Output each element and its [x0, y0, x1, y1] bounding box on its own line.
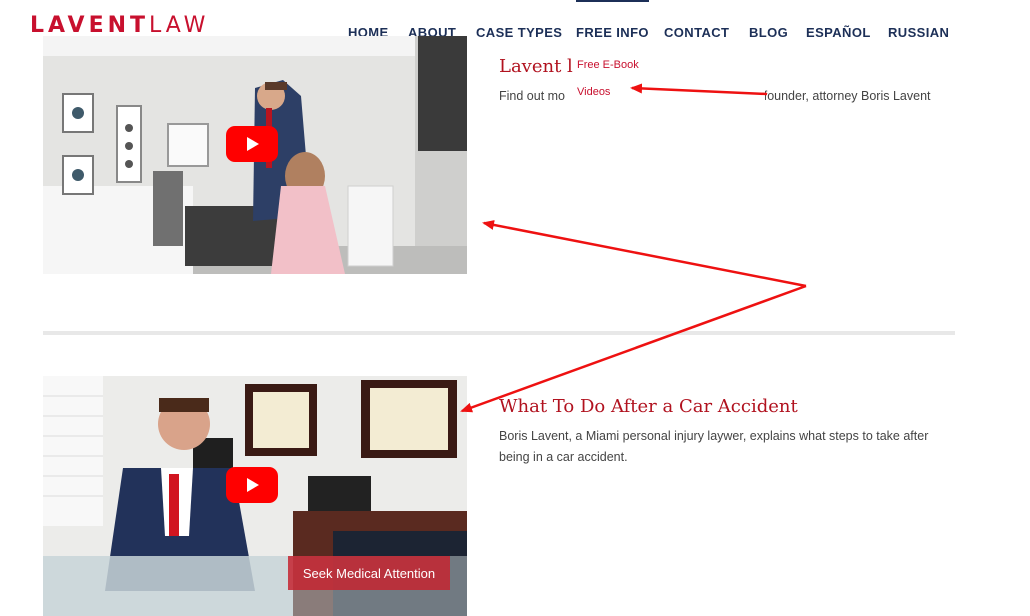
nav-free-info[interactable]: FREE INFO	[576, 0, 649, 40]
video-thumbnail-intro[interactable]	[43, 36, 467, 274]
dropdown-item-free-ebook[interactable]: Free E-Book	[577, 59, 639, 71]
arrow-to-video-1	[482, 220, 807, 288]
logo-light-text: LAW	[149, 13, 210, 38]
nav-blog[interactable]: BLOG	[749, 25, 788, 40]
video-caption-overlay: Seek Medical Attention	[288, 556, 450, 590]
play-triangle-icon	[247, 137, 259, 151]
nav-contact[interactable]: CONTACT	[664, 25, 729, 40]
youtube-play-icon-2[interactable]	[226, 467, 278, 503]
section-divider	[43, 331, 955, 335]
youtube-play-icon[interactable]	[226, 126, 278, 162]
nav-case-types[interactable]: CASE TYPES	[476, 25, 562, 40]
free-info-dropdown: Free E-Book Videos	[575, 52, 765, 108]
post-description-intro-end: s founder, attorney Boris Lavent	[754, 89, 931, 103]
dropdown-item-videos[interactable]: Videos	[577, 86, 610, 98]
post-title-car-accident[interactable]: What To Do After a Car Accident	[499, 396, 798, 417]
arrow-to-video-2	[460, 284, 807, 413]
post-description-car-accident: Boris Lavent, a Miami personal injury la…	[499, 429, 929, 464]
lavent-law-logo[interactable]: LAVENTLAW	[30, 14, 209, 38]
nav-espanol[interactable]: ESPAÑOL	[806, 25, 871, 40]
post-description-intro-start: Find out mo	[499, 89, 566, 103]
logo-bold-text: LAVENT	[30, 13, 150, 38]
post-title-intro[interactable]: Lavent l	[499, 56, 573, 77]
play-triangle-icon-2	[247, 478, 259, 492]
nav-russian[interactable]: RUSSIAN	[888, 25, 949, 40]
